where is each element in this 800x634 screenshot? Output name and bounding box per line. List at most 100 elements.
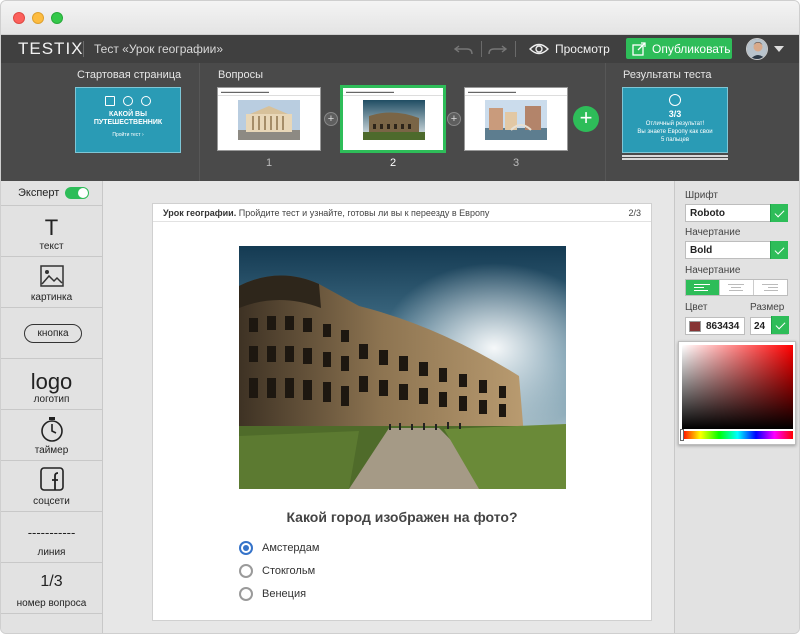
answer-option-2[interactable]: Стокгольм bbox=[239, 564, 315, 578]
tool-social[interactable]: соцсети bbox=[1, 461, 102, 512]
preview-button[interactable]: Просмотр bbox=[529, 39, 610, 59]
size-label: Размер bbox=[750, 302, 785, 313]
answer-option-3[interactable]: Венеция bbox=[239, 587, 306, 601]
align-label: Начертание bbox=[685, 265, 741, 276]
question-thumbnail-1[interactable]: ▬▬▬▬▬▬▬▬▬▬▬▬ bbox=[217, 87, 321, 151]
tool-button[interactable]: кнопка bbox=[1, 308, 102, 359]
question-thumbnail-2[interactable]: ▬▬▬▬▬▬▬▬▬▬▬▬ bbox=[340, 85, 446, 153]
tool-image[interactable]: картинка bbox=[1, 257, 102, 308]
expert-toggle[interactable] bbox=[65, 187, 90, 199]
bolshoi-theatre-image bbox=[238, 100, 300, 140]
saturation-area[interactable] bbox=[682, 345, 793, 429]
weight-select[interactable]: Bold bbox=[685, 241, 788, 259]
quiz-name: Урок географии. bbox=[163, 208, 237, 218]
option-label: Венеция bbox=[262, 588, 307, 600]
add-question-button[interactable]: + bbox=[573, 106, 599, 132]
tool-label: текст bbox=[39, 241, 64, 252]
divider bbox=[83, 41, 84, 57]
color-label: Цвет bbox=[685, 302, 708, 313]
app-window: TESTIX Тест «Урок географии» Просмотр Оп… bbox=[0, 0, 800, 634]
color-picker[interactable] bbox=[678, 341, 796, 445]
chevron-down-icon[interactable] bbox=[774, 46, 784, 52]
tool-label: линия bbox=[37, 547, 66, 558]
align-right-button[interactable] bbox=[754, 280, 787, 295]
color-swatch[interactable] bbox=[689, 321, 701, 332]
clock-icon bbox=[669, 94, 681, 106]
title-bar bbox=[1, 1, 799, 35]
answer-option-1[interactable]: Амстердам bbox=[239, 541, 319, 555]
font-select[interactable]: Roboto bbox=[685, 204, 788, 222]
result-line-3: 5 пальцев bbox=[660, 137, 690, 143]
chevron-down-icon[interactable] bbox=[770, 241, 788, 259]
tool-label: логотип bbox=[33, 394, 70, 405]
results-label: Результаты теста bbox=[623, 69, 712, 81]
chevron-down-icon[interactable] bbox=[770, 204, 788, 222]
thumb-header: ▬▬▬▬▬▬▬▬▬▬▬▬ bbox=[218, 88, 320, 96]
publish-icon bbox=[632, 41, 646, 56]
size-dropdown[interactable] bbox=[770, 316, 789, 335]
expert-mode-row: Эксперт bbox=[1, 181, 102, 206]
redo-icon[interactable] bbox=[486, 39, 508, 59]
eye-icon bbox=[529, 43, 549, 55]
alignment-group bbox=[685, 279, 788, 296]
question-thumbnail-3[interactable]: ▬▬▬▬▬▬▬▬▬▬▬▬ bbox=[464, 87, 568, 151]
color-input[interactable]: 863434 bbox=[685, 317, 745, 335]
tool-timer[interactable]: таймер bbox=[1, 410, 102, 461]
tool-logo[interactable]: logo логотип bbox=[1, 359, 102, 410]
insert-question-button[interactable]: + bbox=[324, 112, 338, 126]
tool-label: таймер bbox=[34, 445, 69, 456]
radio-unselected[interactable] bbox=[239, 564, 253, 578]
font-label: Шрифт bbox=[685, 190, 718, 201]
text-icon: T bbox=[44, 215, 59, 240]
facebook-icon bbox=[1, 467, 102, 496]
zoom-window-button[interactable] bbox=[51, 12, 63, 24]
divider bbox=[199, 63, 200, 181]
align-center-button[interactable] bbox=[720, 280, 754, 295]
weight-label: Начертание bbox=[685, 227, 741, 238]
chevron-down-icon[interactable] bbox=[771, 316, 789, 334]
tool-question-number[interactable]: 1/3 номер вопроса bbox=[1, 563, 102, 614]
close-window-button[interactable] bbox=[13, 12, 25, 24]
start-page-thumbnail[interactable]: КАКОЙ ВЫ ПУТЕШЕСТВЕННИК Пройти тест › bbox=[75, 87, 181, 153]
start-thumb-title: КАКОЙ ВЫ ПУТЕШЕСТВЕННИК bbox=[93, 111, 163, 126]
start-thumb-button: Пройти тест › bbox=[112, 132, 144, 138]
tool-label: номер вопроса bbox=[16, 598, 87, 609]
logo-icon: logo bbox=[30, 369, 73, 394]
document-title[interactable]: Тест «Урок географии» bbox=[94, 42, 223, 56]
editor-canvas: Урок географии. Пройдите тест и узнайте,… bbox=[104, 181, 674, 633]
publish-button[interactable]: Опубликовать bbox=[626, 38, 732, 59]
align-left-button[interactable] bbox=[686, 280, 720, 295]
compass-icon bbox=[123, 96, 133, 106]
tool-text[interactable]: T текст bbox=[1, 206, 102, 257]
preview-label: Просмотр bbox=[555, 42, 610, 56]
size-value: 24 bbox=[754, 321, 766, 332]
divider bbox=[515, 41, 516, 57]
image-icon bbox=[1, 265, 102, 292]
result-line-1: Отличный результат! bbox=[645, 121, 705, 127]
insert-question-button[interactable]: + bbox=[447, 112, 461, 126]
results-thumbnail[interactable]: 3/3 Отличный результат! Вы знаете Европу… bbox=[622, 87, 728, 153]
properties-panel: Шрифт Roboto Начертание Bold Начертание … bbox=[674, 181, 799, 633]
globe-icon bbox=[141, 96, 151, 106]
card-header[interactable]: Урок географии. Пройдите тест и узнайте,… bbox=[153, 204, 651, 222]
question-number-icon: 1/3 bbox=[40, 573, 63, 590]
divider bbox=[481, 41, 482, 57]
color-value: 863434 bbox=[706, 321, 740, 332]
undo-icon[interactable] bbox=[453, 39, 475, 59]
size-select[interactable]: 24 bbox=[750, 316, 789, 335]
elements-toolbar: Эксперт T текст картинка кнопка logo лог… bbox=[1, 181, 103, 633]
weight-value: Bold bbox=[690, 245, 713, 256]
hue-slider-handle[interactable] bbox=[680, 429, 684, 441]
app-logo: TESTIX bbox=[18, 39, 84, 58]
thumb-header: ▬▬▬▬▬▬▬▬▬▬▬▬ bbox=[465, 88, 567, 96]
question-card[interactable]: Урок географии. Пройдите тест и узнайте,… bbox=[152, 203, 652, 621]
radio-selected[interactable] bbox=[239, 541, 253, 555]
hue-slider[interactable] bbox=[682, 431, 793, 439]
question-image[interactable] bbox=[239, 246, 566, 489]
tool-line[interactable]: ----------- линия bbox=[1, 512, 102, 563]
minimize-window-button[interactable] bbox=[32, 12, 44, 24]
align-left-icon bbox=[694, 284, 710, 293]
radio-unselected[interactable] bbox=[239, 587, 253, 601]
user-avatar[interactable] bbox=[746, 38, 768, 60]
question-title[interactable]: Какой город изображен на фото? bbox=[153, 509, 651, 525]
